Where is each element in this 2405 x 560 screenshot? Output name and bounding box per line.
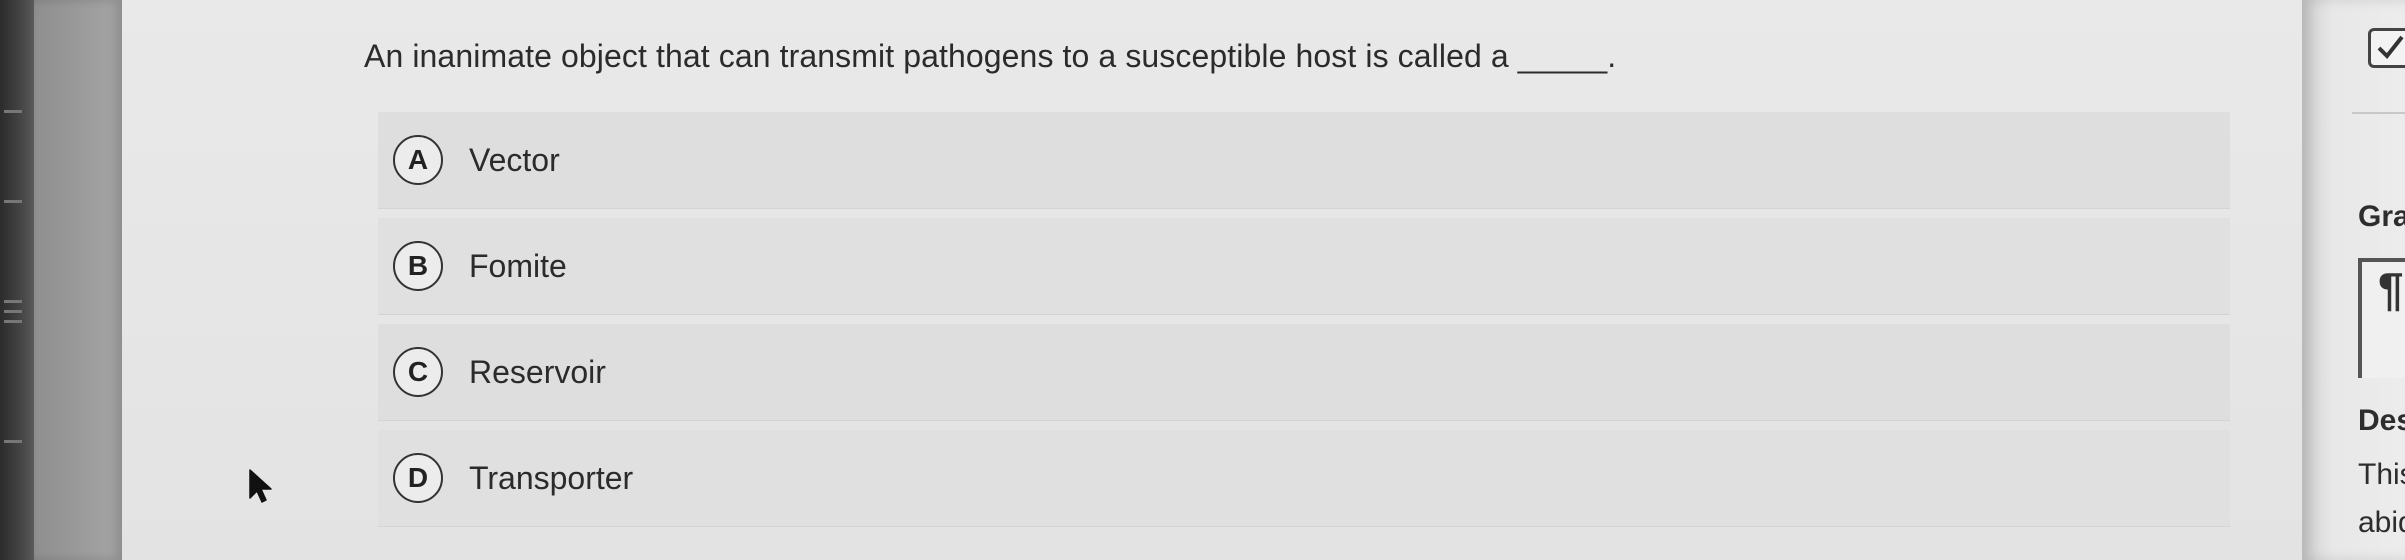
grade-label: Gra: [2358, 200, 2405, 233]
option-b[interactable]: B Fomite: [378, 218, 2230, 315]
right-sidebar: Gra ¶ Des This abid: [2302, 0, 2405, 560]
option-c[interactable]: C Reservoir: [378, 324, 2230, 421]
left-gutter: [34, 0, 122, 560]
option-label: Transporter: [469, 459, 634, 496]
paragraph-format-icon[interactable]: ¶: [2358, 258, 2405, 378]
checkmark-icon: [2377, 35, 2404, 60]
option-letter: A: [393, 135, 443, 185]
bezel-mark: [4, 440, 22, 443]
bezel-mark: [4, 110, 22, 113]
option-label: Vector: [469, 141, 560, 178]
option-a[interactable]: A Vector: [378, 112, 2230, 209]
description-line: abid: [2358, 506, 2405, 539]
left-bezel: [0, 0, 34, 560]
answer-options: A Vector B Fomite C Reservoir D Transpor…: [378, 112, 2230, 536]
option-label: Reservoir: [469, 353, 606, 390]
description-label: Des: [2358, 404, 2405, 437]
option-letter: D: [393, 453, 443, 503]
option-d[interactable]: D Transporter: [378, 430, 2230, 527]
sidebar-divider: [2352, 112, 2405, 114]
option-letter: C: [393, 347, 443, 397]
bezel-mark: [4, 320, 22, 323]
bezel-mark: [4, 300, 22, 303]
bezel-mark: [4, 200, 22, 203]
mouse-pointer-icon: [249, 469, 272, 503]
option-label: Fomite: [469, 247, 567, 284]
option-letter: B: [393, 241, 443, 291]
question-text: An inanimate object that can transmit pa…: [364, 38, 1617, 74]
description-line: This: [2358, 458, 2405, 491]
bezel-mark: [4, 310, 22, 313]
checkbox-checked-icon[interactable]: [2368, 28, 2405, 68]
